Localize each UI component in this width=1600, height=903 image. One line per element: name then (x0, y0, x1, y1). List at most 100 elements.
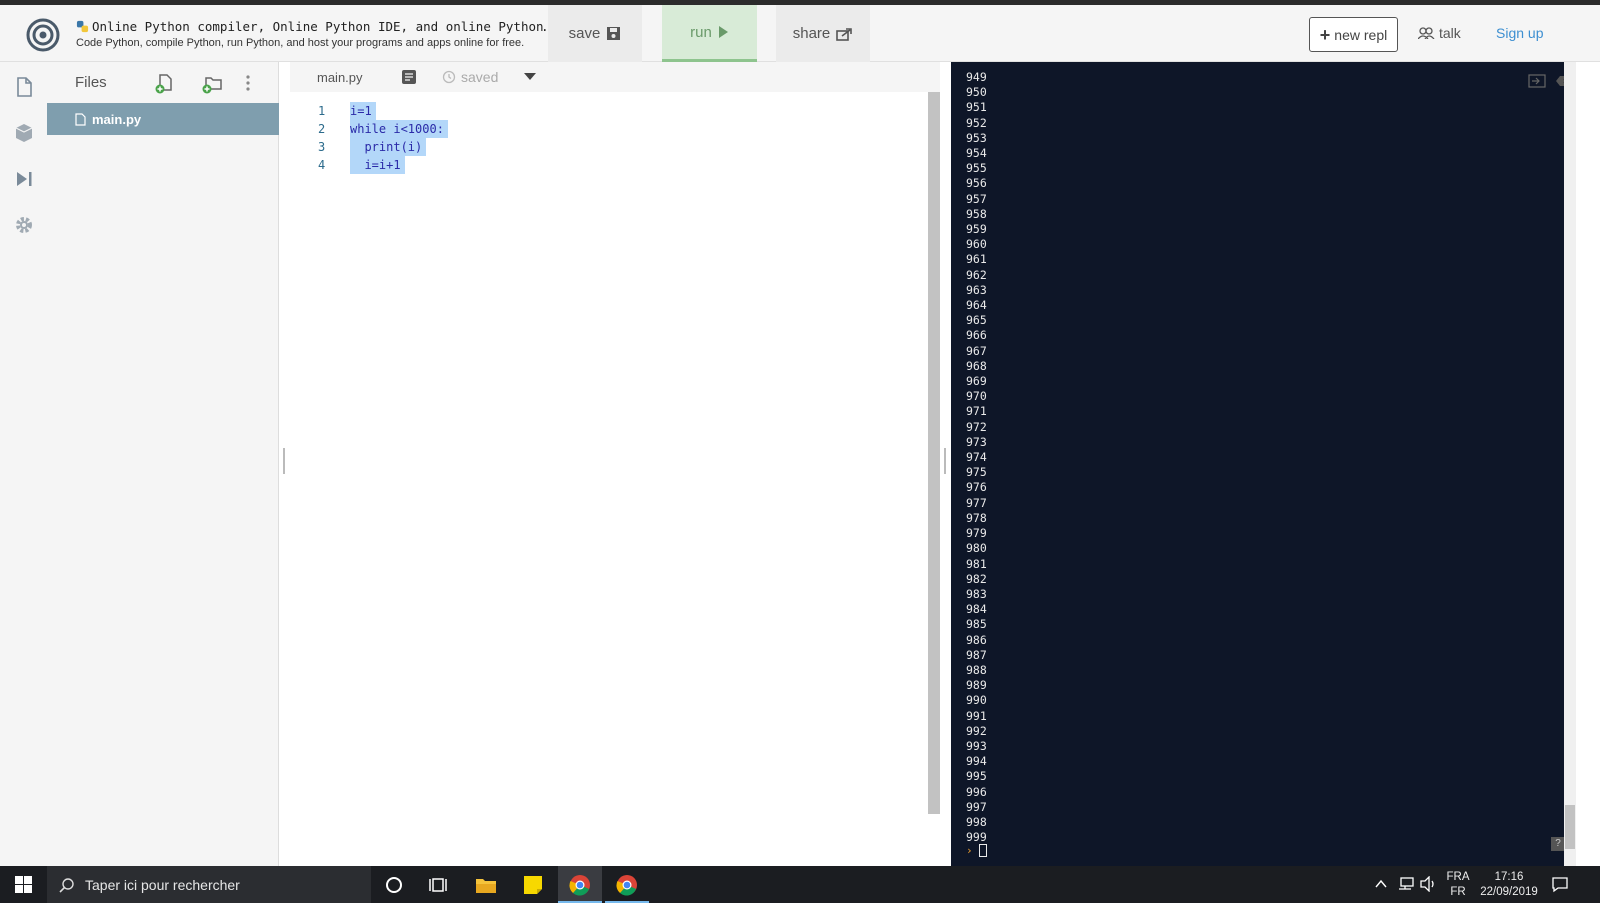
console-line: 951 (966, 100, 987, 115)
console-line: 975 (966, 465, 987, 480)
code-line: 3 print(i) (290, 138, 890, 156)
console-line: 996 (966, 784, 987, 799)
share-button[interactable]: share (776, 5, 870, 62)
clock-time: 17:16 (1494, 870, 1524, 883)
clock[interactable]: 17:16 22/09/2019 (1476, 866, 1542, 903)
save-status: saved (442, 69, 498, 85)
console-pane[interactable]: 949 950 951 952 953 954 955 956 957 958 959 960 961 9… (951, 62, 1576, 866)
chevron-up-icon[interactable] (1374, 877, 1388, 891)
console-line: 966 (966, 328, 987, 343)
taskbar-search[interactable]: Taper ici pour rechercher (47, 866, 371, 903)
project-title[interactable]: Online Python compiler, Online Python ID… (92, 19, 546, 34)
sidebar-rail (0, 62, 47, 866)
console-line: 960 (966, 237, 987, 252)
pane-splitter-left[interactable] (283, 448, 285, 474)
console-line: 971 (966, 404, 987, 419)
console-line: 989 (966, 678, 987, 693)
console-line: 976 (966, 480, 987, 495)
code-line: 2 while i<1000: (290, 120, 890, 138)
replit-logo-icon[interactable] (26, 18, 60, 52)
history-icon (442, 70, 456, 84)
lang-top: FRA (1446, 870, 1470, 883)
console-line: 973 (966, 434, 987, 449)
save-button[interactable]: save (548, 5, 642, 62)
help-icon[interactable]: ? (1551, 837, 1565, 851)
console-line: 988 (966, 662, 987, 677)
line-code: i=i+1 (350, 156, 405, 174)
talk-label: talk (1439, 25, 1461, 41)
format-icon[interactable] (402, 70, 416, 84)
console-line: 992 (966, 723, 987, 738)
run-label: run (690, 23, 712, 41)
header: Online Python compiler, Online Python ID… (0, 5, 1600, 62)
console-line: 957 (966, 191, 987, 206)
windows-start-icon[interactable] (15, 876, 32, 893)
task-view-icon[interactable] (427, 873, 451, 897)
language-indicator[interactable]: FRA FR (1444, 866, 1472, 903)
console-line: 985 (966, 617, 987, 632)
console-line: 987 (966, 647, 987, 662)
windows-taskbar: Taper ici pour rechercher FRA FR 17:16 2… (0, 866, 1600, 903)
line-code: print(i) (350, 138, 427, 156)
project-info: Online Python compiler, Online Python ID… (76, 19, 546, 49)
lang-bottom: FR (1450, 885, 1466, 898)
plus-icon: + (1319, 24, 1331, 45)
exit-fullscreen-icon[interactable] (1528, 74, 1546, 88)
run-button[interactable]: run (662, 5, 757, 62)
file-item-main-py[interactable]: main.py (47, 103, 279, 135)
console-line: 990 (966, 693, 987, 708)
tab-main-py[interactable]: main.py (290, 62, 393, 92)
files-icon[interactable] (13, 76, 35, 98)
console-line: 974 (966, 450, 987, 465)
pane-splitter-right[interactable] (944, 448, 946, 474)
code-line: 1 i=1 (290, 102, 890, 120)
talk-link[interactable]: talk (1418, 25, 1461, 41)
file-explorer-icon[interactable] (474, 873, 498, 897)
new-repl-label: new repl (1334, 26, 1388, 43)
console-line: 979 (966, 526, 987, 541)
console-prompt[interactable]: › (966, 844, 987, 857)
new-repl-button[interactable]: + new repl (1309, 17, 1398, 52)
console-line: 955 (966, 161, 987, 176)
chrome-icon[interactable] (615, 873, 639, 897)
console-line: 991 (966, 708, 987, 723)
console-line: 967 (966, 343, 987, 358)
line-number: 3 (318, 140, 326, 154)
chrome-icon[interactable] (568, 873, 592, 897)
more-options-icon[interactable] (237, 72, 259, 94)
volume-icon[interactable] (1419, 876, 1437, 892)
notifications-icon[interactable] (1551, 876, 1569, 893)
console-scroll-thumb[interactable] (1565, 805, 1575, 849)
chevron-down-icon[interactable] (524, 73, 536, 80)
python-icon (76, 20, 89, 33)
project-description[interactable]: Code Python, compile Python, run Python,… (76, 37, 546, 49)
console-line: 968 (966, 358, 987, 373)
sticky-notes-icon[interactable] (521, 873, 545, 897)
play-icon (718, 26, 728, 38)
console-line: 953 (966, 130, 987, 145)
debugger-icon[interactable] (13, 168, 35, 190)
console-line: 972 (966, 419, 987, 434)
settings-gear-icon[interactable] (13, 214, 35, 236)
console-scrollbar[interactable] (1564, 62, 1576, 866)
cortana-icon[interactable] (382, 873, 406, 897)
console-line: 998 (966, 814, 987, 829)
files-pane: Files main.py (47, 62, 279, 866)
console-line: 997 (966, 799, 987, 814)
console-line: 993 (966, 738, 987, 753)
add-file-icon[interactable] (153, 72, 175, 94)
floppy-icon (607, 27, 621, 40)
add-folder-icon[interactable] (201, 72, 223, 94)
console-line: 984 (966, 602, 987, 617)
network-icon[interactable] (1397, 876, 1415, 892)
console-line: 983 (966, 586, 987, 601)
console-line: 978 (966, 510, 987, 525)
line-number: 4 (318, 158, 326, 172)
file-icon (75, 112, 86, 126)
code-area[interactable]: 1 i=1 2 while i<1000: 3 print(i) 4 i=i+1 (290, 92, 926, 866)
editor-scrollbar[interactable] (928, 92, 940, 814)
prompt-chevron-icon: › (966, 844, 973, 857)
packages-icon[interactable] (13, 122, 35, 144)
signup-link[interactable]: Sign up (1496, 25, 1543, 41)
console-line: 954 (966, 146, 987, 161)
